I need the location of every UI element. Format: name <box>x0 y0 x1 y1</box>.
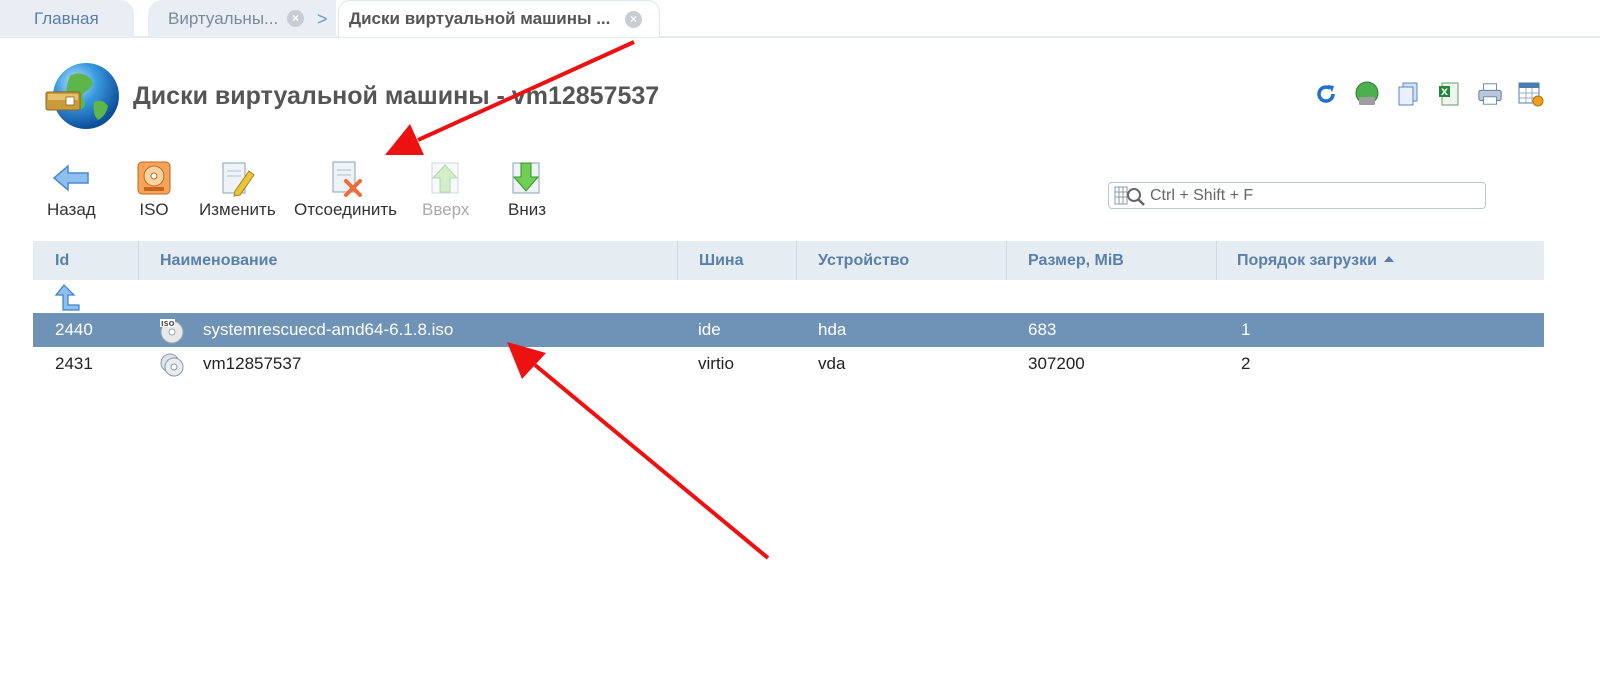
move-down-button[interactable]: Вниз <box>507 158 547 222</box>
cell-id: 2440 <box>55 320 93 339</box>
excel-export-icon[interactable]: X <box>1436 80 1462 108</box>
cell-device: vda <box>818 354 846 373</box>
detach-button[interactable]: Отсоединить <box>294 158 397 222</box>
column-divider[interactable] <box>1006 241 1007 280</box>
iso-label: ISO <box>139 200 169 219</box>
column-name[interactable]: Наименование <box>160 241 277 280</box>
cell-size: 683 <box>1028 320 1057 339</box>
refresh-icon[interactable] <box>1313 80 1339 108</box>
cell-id: 2431 <box>55 354 93 373</box>
tab-vm-label: Виртуальны... <box>168 8 279 28</box>
column-boot-order[interactable]: Порядок загрузки <box>1237 241 1394 280</box>
tab-home[interactable]: Главная <box>0 0 134 37</box>
cell-device: hda <box>818 320 847 339</box>
tab-vm-disks-label: Диски виртуальной машины ... <box>349 9 611 28</box>
cell-name: systemrescuecd-amd64-6.1.8.iso <box>203 320 454 339</box>
tab-home-label: Главная <box>34 8 99 28</box>
hard-disk-icon <box>159 352 187 377</box>
network-disk-icon[interactable] <box>1354 80 1380 108</box>
iso-disc-icon <box>134 158 174 198</box>
table-settings-icon[interactable] <box>1518 80 1544 108</box>
arrow-down-icon <box>507 158 547 198</box>
chevron-right-icon: > <box>317 9 328 29</box>
column-divider[interactable] <box>138 241 139 280</box>
table-header: Id Наименование Шина Устройство Размер, … <box>33 241 1544 280</box>
print-icon[interactable] <box>1477 80 1503 108</box>
detach-delete-icon <box>326 158 366 198</box>
edit-button[interactable]: Изменить <box>199 158 276 222</box>
table-row[interactable]: 2440 ISO systemrescuecd-amd64-6.1.8.iso … <box>33 313 1544 347</box>
column-divider[interactable] <box>677 241 678 280</box>
back-button[interactable]: Назад <box>47 158 96 222</box>
cell-name: vm12857537 <box>203 354 302 373</box>
header-actions: X <box>1313 80 1544 108</box>
cell-bus: virtio <box>698 354 734 373</box>
cell-size: 307200 <box>1028 354 1085 373</box>
sort-ascending-icon <box>1383 255 1394 262</box>
cell-boot-order: 2 <box>1241 354 1251 373</box>
column-divider[interactable] <box>796 241 797 280</box>
search-input[interactable] <box>1146 186 1480 205</box>
copy-icon[interactable] <box>1395 80 1421 108</box>
table-row[interactable]: 2431 vm12857537 virtio vda 307200 2 <box>33 347 1544 381</box>
column-divider[interactable] <box>1216 241 1217 280</box>
svg-text:X: X <box>1441 88 1448 98</box>
edit-pencil-icon <box>217 158 257 198</box>
arrow-left-icon <box>51 158 91 198</box>
page-title: Диски виртуальной машины - vm12857537 <box>133 82 660 110</box>
tab-bar: Главная Виртуальны... × > Диски виртуаль… <box>0 0 1600 38</box>
column-bus[interactable]: Шина <box>699 241 743 280</box>
cell-boot-order: 1 <box>1241 320 1251 339</box>
iso-disc-icon: ISO <box>159 318 185 344</box>
level-up-icon[interactable] <box>53 283 81 316</box>
search-icon <box>1114 185 1146 207</box>
close-icon[interactable]: × <box>625 11 642 28</box>
move-down-label: Вниз <box>507 200 547 219</box>
column-device[interactable]: Устройство <box>818 241 909 280</box>
close-icon[interactable]: × <box>287 10 304 27</box>
back-label: Назад <box>47 200 96 219</box>
svg-text:ISO: ISO <box>161 320 175 328</box>
column-boot-order-label: Порядок загрузки <box>1237 252 1377 269</box>
search-box[interactable] <box>1108 182 1486 209</box>
edit-label: Изменить <box>199 200 276 219</box>
column-size[interactable]: Размер, MiB <box>1028 241 1124 280</box>
arrow-up-icon <box>426 158 466 198</box>
parent-level-row[interactable] <box>33 280 1544 313</box>
move-up-button[interactable]: Вверх <box>422 158 469 222</box>
column-id[interactable]: Id <box>55 241 69 280</box>
detach-label: Отсоединить <box>294 200 397 219</box>
tab-virtual-machines[interactable]: Виртуальны... × <box>148 0 336 37</box>
iso-button[interactable]: ISO <box>134 158 174 222</box>
tab-vm-disks[interactable]: Диски виртуальной машины ... × <box>338 0 660 37</box>
cell-bus: ide <box>698 320 721 339</box>
move-up-label: Вверх <box>422 200 470 219</box>
disk-globe-icon <box>44 62 120 132</box>
